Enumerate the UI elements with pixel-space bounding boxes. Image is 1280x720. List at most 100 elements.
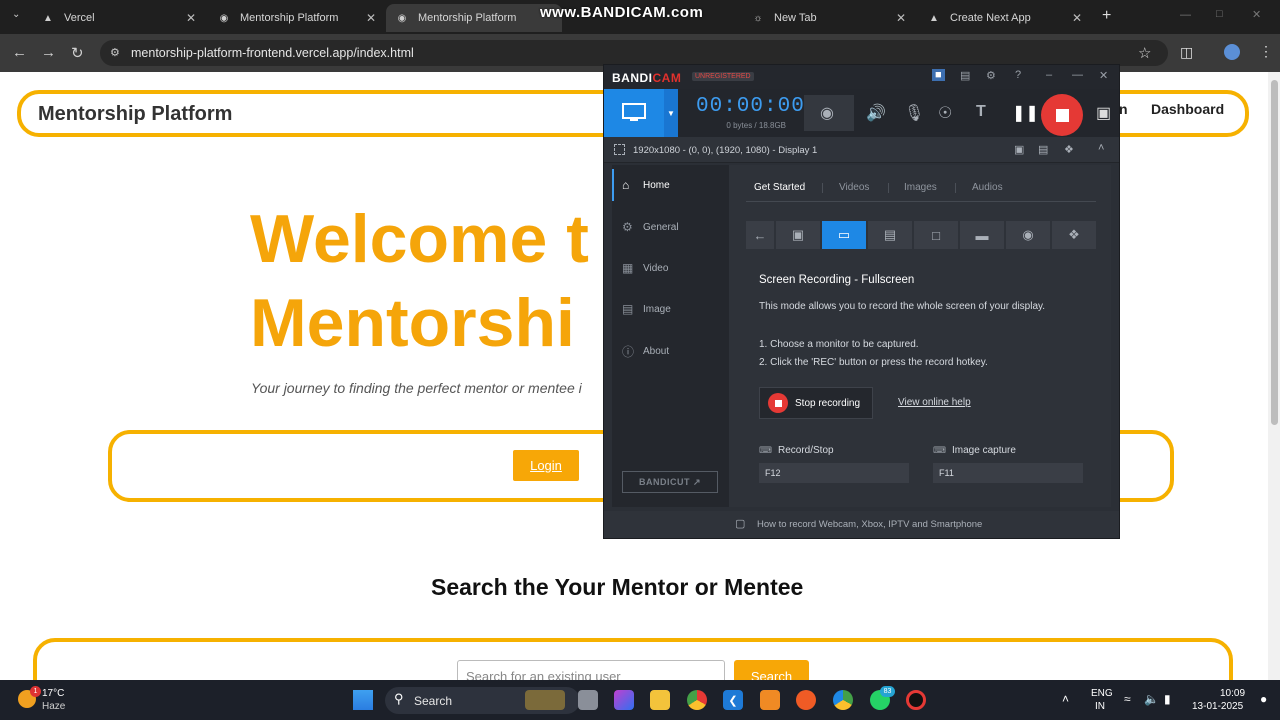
unregistered-badge[interactable]: UNREGISTERED bbox=[692, 72, 754, 81]
microphone-off-icon[interactable]: 🎙 bbox=[904, 103, 924, 123]
sidebar-item-image[interactable]: ▤ Image bbox=[622, 302, 671, 316]
text-overlay-icon[interactable]: T bbox=[976, 103, 986, 121]
window-lock-icon: ▤ bbox=[883, 227, 897, 242]
hotkey-image-capture-field[interactable]: F11 bbox=[933, 463, 1083, 483]
help-icon[interactable]: ? bbox=[1015, 69, 1021, 81]
windows-start-icon[interactable] bbox=[353, 690, 373, 710]
site-info-icon[interactable]: ⚙ bbox=[110, 46, 120, 59]
tab-vercel[interactable]: ▲ Vercel ✕ bbox=[32, 4, 204, 32]
weather-temperature[interactable]: 17°C bbox=[42, 688, 64, 699]
tab-videos[interactable]: Videos bbox=[839, 182, 869, 193]
hotkey-record-stop-label: ⌨ Record/Stop bbox=[759, 445, 834, 456]
tab-audios[interactable]: Audios bbox=[972, 182, 1003, 193]
show-hidden-icons-chevron-icon[interactable]: ˄ bbox=[1062, 692, 1069, 706]
mode-dropdown-chevron-icon[interactable]: ▼ bbox=[664, 89, 678, 137]
site-brand[interactable]: Mentorship Platform bbox=[38, 103, 232, 126]
close-icon[interactable]: ✕ bbox=[366, 11, 376, 25]
tab-mentorship-platform-active[interactable]: ◉ Mentorship Platform bbox=[386, 4, 562, 32]
lock-icon[interactable]: ■ bbox=[932, 69, 945, 81]
broadcast-icon[interactable]: ❖ bbox=[1064, 143, 1074, 156]
nav-link-partial[interactable]: n bbox=[1119, 101, 1128, 117]
task-view-icon[interactable] bbox=[578, 690, 598, 710]
tab-list-chevron-icon[interactable]: ⌄ bbox=[12, 9, 20, 20]
tab-images[interactable]: Images bbox=[904, 182, 937, 193]
mode-description: This mode allows you to record the whole… bbox=[759, 301, 1046, 312]
mode-lock-window-button[interactable]: ▤ bbox=[868, 221, 912, 249]
new-tab-plus-icon[interactable]: + bbox=[1102, 7, 1111, 25]
folder-icon[interactable]: ▤ bbox=[960, 69, 970, 82]
chrome-alt-icon[interactable] bbox=[833, 690, 853, 710]
close-window-icon[interactable]: ✕ bbox=[1252, 8, 1261, 21]
stop-recording-button[interactable]: Stop recording bbox=[759, 387, 873, 419]
weather-description[interactable]: Haze bbox=[42, 701, 65, 712]
bandicut-button[interactable]: BANDICUT ↗ bbox=[622, 471, 718, 493]
copilot-icon[interactable] bbox=[614, 690, 634, 710]
region-indicator[interactable]: IN bbox=[1095, 701, 1105, 712]
minimize-icon[interactable]: — bbox=[1180, 9, 1191, 21]
close-icon[interactable]: ✕ bbox=[896, 11, 906, 25]
nav-link-dashboard[interactable]: Dashboard bbox=[1151, 101, 1224, 117]
camera-snapshot-icon[interactable]: ▣ bbox=[1096, 103, 1111, 123]
menu-dots-icon[interactable]: ⋮ bbox=[1259, 43, 1273, 60]
windows-taskbar bbox=[0, 680, 1280, 720]
tab-get-started[interactable]: Get Started bbox=[754, 182, 805, 193]
chrome-icon[interactable] bbox=[687, 690, 707, 710]
mode-fullscreen-button[interactable]: ▭ bbox=[822, 221, 866, 249]
mode-audio-button[interactable]: ❖ bbox=[1052, 221, 1096, 249]
wifi-icon[interactable]: ≈ bbox=[1124, 692, 1131, 706]
bandicam-record-icon[interactable] bbox=[906, 690, 926, 710]
mini-mode-icon[interactable]: – bbox=[1046, 69, 1052, 81]
footer-link[interactable]: How to record Webcam, Xbox, IPTV and Sma… bbox=[757, 519, 982, 530]
sidebar-item-video[interactable]: ▦ Video bbox=[622, 261, 668, 275]
vscode-icon[interactable]: ❮ bbox=[723, 690, 743, 710]
speaker-icon[interactable]: 🔊 bbox=[866, 103, 886, 123]
mode-rectangle-button[interactable]: ▣ bbox=[776, 221, 820, 249]
reload-icon[interactable]: ↻ bbox=[71, 44, 84, 62]
sidebar-item-general[interactable]: ⚙ General bbox=[622, 220, 679, 234]
battery-icon[interactable]: ▮ bbox=[1164, 692, 1171, 706]
forward-arrow-icon[interactable]: → bbox=[41, 44, 56, 61]
monitor-icon: ▭ bbox=[837, 227, 851, 242]
hotkey-record-stop-field[interactable]: F12 bbox=[759, 463, 909, 483]
stop-record-button[interactable] bbox=[1041, 94, 1083, 136]
close-icon[interactable]: ✕ bbox=[1072, 11, 1082, 25]
view-online-help-link[interactable]: View online help bbox=[898, 397, 971, 408]
postman-icon[interactable] bbox=[796, 690, 816, 710]
login-button[interactable]: Login bbox=[513, 450, 579, 481]
extensions-icon[interactable]: ◫ bbox=[1180, 44, 1193, 61]
bandicam-window[interactable]: BANDICAM UNREGISTERED ■ ▤ ⚙ ? – — ✕ ▼ 00… bbox=[603, 64, 1120, 539]
close-icon[interactable]: ✕ bbox=[186, 11, 196, 25]
clock-date[interactable]: 13-01-2025 bbox=[1192, 701, 1243, 712]
chrome-icon: ☼ bbox=[753, 12, 763, 24]
volume-icon[interactable]: 🔈 bbox=[1144, 692, 1159, 706]
profile-avatar[interactable] bbox=[1224, 44, 1240, 60]
back-arrow-button[interactable]: ← bbox=[746, 221, 774, 249]
scrollbar-thumb[interactable] bbox=[1271, 80, 1278, 425]
sidebar-item-home[interactable]: ⌂ Home bbox=[622, 178, 670, 192]
record-target-icon[interactable]: ▣ bbox=[1014, 143, 1024, 156]
sidebar-item-about[interactable]: ⓘ About bbox=[622, 343, 669, 360]
bookmark-star-icon[interactable]: ☆ bbox=[1138, 44, 1151, 62]
back-arrow-icon[interactable]: ← bbox=[12, 44, 27, 61]
tab-new-tab[interactable]: ☼ New Tab ✕ bbox=[742, 4, 914, 32]
app-orange-icon[interactable] bbox=[760, 690, 780, 710]
language-indicator[interactable]: ENG bbox=[1091, 688, 1113, 699]
mouse-effect-icon[interactable]: ☉ bbox=[938, 103, 952, 123]
url-text[interactable]: mentorship-platform-frontend.vercel.app/… bbox=[131, 46, 414, 60]
close-icon[interactable]: ✕ bbox=[1099, 69, 1108, 82]
notification-bell-icon[interactable]: ● bbox=[1260, 692, 1267, 706]
mode-device-button[interactable]: ▬ bbox=[960, 221, 1004, 249]
screen-mode-button[interactable] bbox=[604, 89, 664, 137]
tab-mentorship-platform[interactable]: ◉ Mentorship Platform ✕ bbox=[208, 4, 384, 32]
settings-icon[interactable]: ⚙ bbox=[986, 69, 996, 82]
tab-create-next-app[interactable]: ▲ Create Next App ✕ bbox=[918, 4, 1090, 32]
mode-game-button[interactable]: ◉ bbox=[1006, 221, 1050, 249]
pause-icon[interactable]: ❚❚ bbox=[1012, 103, 1039, 123]
maximize-icon[interactable]: □ bbox=[1216, 8, 1223, 20]
file-explorer-icon[interactable] bbox=[650, 690, 670, 710]
mode-around-mouse-button[interactable]: □ bbox=[914, 221, 958, 249]
collapse-chevron-icon[interactable]: ˄ bbox=[1098, 142, 1104, 154]
clock-time[interactable]: 10:09 bbox=[1220, 688, 1245, 699]
image-icon[interactable]: ▤ bbox=[1038, 143, 1048, 156]
minimize-icon[interactable]: — bbox=[1072, 69, 1083, 81]
